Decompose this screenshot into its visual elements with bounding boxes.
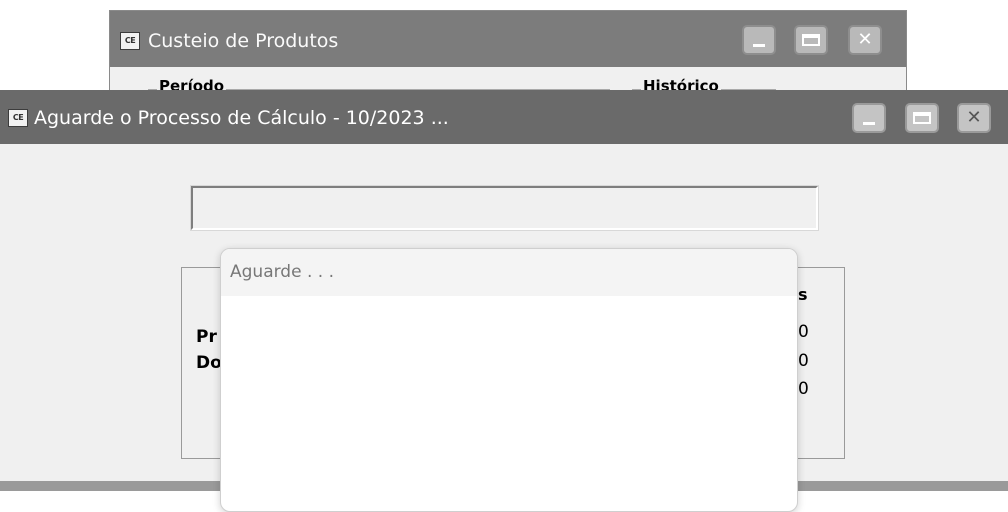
minimize-button[interactable] xyxy=(742,25,776,55)
maximize-button[interactable] xyxy=(905,103,939,133)
app-logo-icon: CE xyxy=(120,32,140,50)
close-icon: ✕ xyxy=(857,29,873,50)
stats-value: 0 xyxy=(798,351,809,371)
close-button[interactable]: ✕ xyxy=(957,103,991,133)
close-button[interactable]: ✕ xyxy=(848,25,882,55)
stats-row-label: Pr xyxy=(196,327,217,347)
main-window-titlebar[interactable]: CE Aguarde o Processo de Cálculo - 10/20… xyxy=(0,90,1008,144)
stats-value: 0 xyxy=(798,379,809,399)
maximize-icon xyxy=(913,112,931,124)
maximize-button[interactable] xyxy=(794,25,828,55)
stats-value: 0 xyxy=(798,322,809,342)
minimize-icon xyxy=(863,122,875,125)
wait-popup: Aguarde . . . xyxy=(220,248,798,512)
progress-bar xyxy=(191,186,818,230)
minimize-icon xyxy=(753,44,765,47)
maximize-icon xyxy=(802,34,820,46)
close-icon: ✕ xyxy=(966,107,982,128)
background-window-title: Custeio de Produtos xyxy=(148,30,339,52)
wait-message: Aguarde . . . xyxy=(230,262,334,282)
background-window-titlebar[interactable]: CE Custeio de Produtos ✕ xyxy=(110,11,906,67)
app-logo-icon: CE xyxy=(8,109,28,127)
wait-popup-header: Aguarde . . . xyxy=(221,249,797,296)
stats-row-label: Do xyxy=(196,353,222,373)
main-window-title: Aguarde o Processo de Cálculo - 10/2023 … xyxy=(34,107,449,129)
minimize-button[interactable] xyxy=(852,103,886,133)
